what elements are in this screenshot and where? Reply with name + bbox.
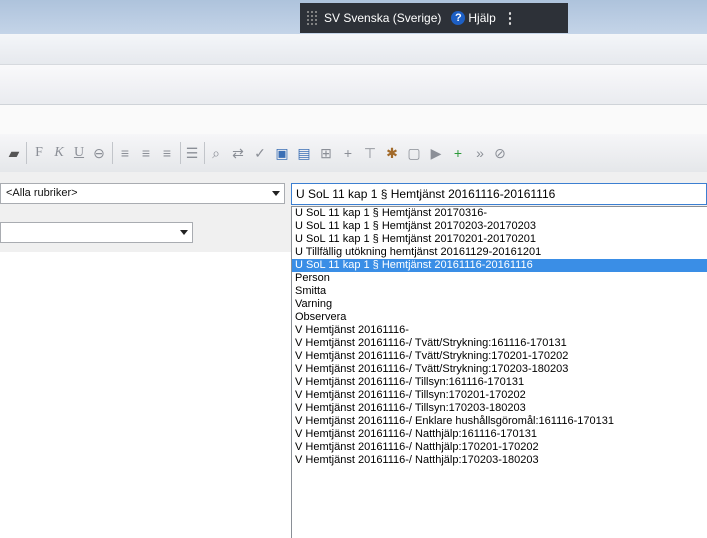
language-bar: SV Svenska (Sverige) ? Hjälp bbox=[300, 3, 568, 33]
dropdown-option[interactable]: V Hemtjänst 20161116-/ Tvätt/Strykning:1… bbox=[292, 337, 707, 350]
bullet-list-icon[interactable]: ☰ bbox=[184, 143, 200, 163]
help-button[interactable]: ? Hjälp bbox=[451, 11, 496, 25]
align-right-icon[interactable]: ≡ bbox=[159, 143, 175, 163]
dropdown-option[interactable]: V Hemtjänst 20161116- bbox=[292, 324, 707, 337]
align-center-icon[interactable]: ≡ bbox=[138, 143, 154, 163]
dropdown-option[interactable]: V Hemtjänst 20161116-/ Enklare hushållsg… bbox=[292, 415, 707, 428]
format-toolbar: ▰ F K U ⊖ ≡ ≡ ≡ ☰ ⌕ ⇄ ✓ ▣ ▤ ⊞ + ⊤ ✱ ▢ ▶ … bbox=[0, 134, 707, 173]
address-band bbox=[0, 104, 707, 136]
dropdown-option[interactable]: Smitta bbox=[292, 285, 707, 298]
strike-button[interactable]: ⊖ bbox=[92, 143, 106, 163]
options-icon[interactable] bbox=[507, 11, 512, 25]
spellcheck-icon[interactable]: ✓ bbox=[252, 143, 268, 163]
brush-icon[interactable]: ▰ bbox=[6, 143, 22, 163]
replace-icon[interactable]: ⇄ bbox=[230, 143, 246, 163]
language-selector[interactable]: SV Svenska (Sverige) bbox=[324, 11, 441, 25]
dropdown-option[interactable]: U SoL 11 kap 1 § Hemtjänst 20170203-2017… bbox=[292, 220, 707, 233]
insats-select-value: U SoL 11 kap 1 § Hemtjänst 20161116-2016… bbox=[296, 187, 556, 201]
dropdown-option[interactable]: Person bbox=[292, 272, 707, 285]
help-icon: ? bbox=[451, 11, 466, 25]
gift-icon[interactable]: ✱ bbox=[384, 143, 400, 163]
toolbar-separator bbox=[180, 142, 181, 164]
dropdown-option[interactable]: V Hemtjänst 20161116-/ Tvätt/Strykning:1… bbox=[292, 363, 707, 376]
dropdown-option[interactable]: V Hemtjänst 20161116-/ Tillsyn:170201-17… bbox=[292, 389, 707, 402]
chevron-down-icon bbox=[272, 191, 280, 196]
chevron-down-icon bbox=[180, 230, 188, 235]
toolbar-separator bbox=[204, 142, 205, 164]
secondary-select[interactable] bbox=[0, 222, 193, 243]
insert-image-icon[interactable]: ▣ bbox=[274, 143, 290, 163]
rubrik-select-value: <Alla rubriker> bbox=[6, 187, 78, 199]
dropdown-option[interactable]: V Hemtjänst 20161116-/ Tillsyn:170203-18… bbox=[292, 402, 707, 415]
dropdown-option[interactable]: V Hemtjänst 20161116-/ Natthjälp:170203-… bbox=[292, 454, 707, 467]
table-icon[interactable]: ⊞ bbox=[318, 143, 334, 163]
underline-button[interactable]: U bbox=[72, 143, 86, 163]
dropdown-option[interactable]: U Tillfällig utökning hemtjänst 20161129… bbox=[292, 246, 707, 259]
find-icon[interactable]: ⌕ bbox=[208, 143, 224, 163]
dropdown-option[interactable]: V Hemtjänst 20161116-/ Natthjälp:170201-… bbox=[292, 441, 707, 454]
dropdown-option[interactable]: Observera bbox=[292, 311, 707, 324]
dropdown-option[interactable]: Varning bbox=[292, 298, 707, 311]
properties-icon[interactable]: ▤ bbox=[296, 143, 312, 163]
toolbar-separator bbox=[26, 142, 27, 164]
dropdown-option[interactable]: V Hemtjänst 20161116-/ Natthjälp:161116-… bbox=[292, 428, 707, 441]
ribbon-band bbox=[0, 64, 707, 105]
insats-dropdown-list[interactable]: U SoL 11 kap 1 § Hemtjänst 20170316- U So… bbox=[291, 206, 707, 538]
menu-band bbox=[0, 34, 707, 64]
insats-select[interactable]: U SoL 11 kap 1 § Hemtjänst 20161116-2016… bbox=[291, 183, 707, 205]
add-item-icon[interactable]: + bbox=[450, 143, 466, 163]
dropdown-option[interactable]: V Hemtjänst 20161116-/ Tvätt/Strykning:1… bbox=[292, 350, 707, 363]
italic-button[interactable]: K bbox=[52, 143, 66, 163]
help-label: Hjälp bbox=[468, 11, 496, 25]
play-icon[interactable]: ▶ bbox=[428, 143, 444, 163]
forward-icon[interactable]: » bbox=[472, 143, 488, 163]
align-left-icon[interactable]: ≡ bbox=[117, 143, 133, 163]
calendar-icon[interactable]: ▢ bbox=[406, 143, 422, 163]
dropdown-option[interactable]: U SoL 11 kap 1 § Hemtjänst 20170316- bbox=[292, 207, 707, 220]
dropdown-option[interactable]: U SoL 11 kap 1 § Hemtjänst 20170201-2017… bbox=[292, 233, 707, 246]
filter-icon[interactable]: ⊤ bbox=[362, 143, 378, 163]
bold-button[interactable]: F bbox=[32, 143, 46, 163]
check-circle-icon[interactable]: ⊘ bbox=[492, 143, 508, 163]
insert-row-icon[interactable]: + bbox=[340, 143, 356, 163]
rubrik-select[interactable]: <Alla rubriker> bbox=[0, 183, 285, 204]
toolbar-separator bbox=[112, 142, 113, 164]
dropdown-option[interactable]: V Hemtjänst 20161116-/ Tillsyn:161116-17… bbox=[292, 376, 707, 389]
grip-icon[interactable] bbox=[306, 10, 318, 26]
dropdown-option[interactable]: U SoL 11 kap 1 § Hemtjänst 20161116-2016… bbox=[292, 259, 707, 272]
